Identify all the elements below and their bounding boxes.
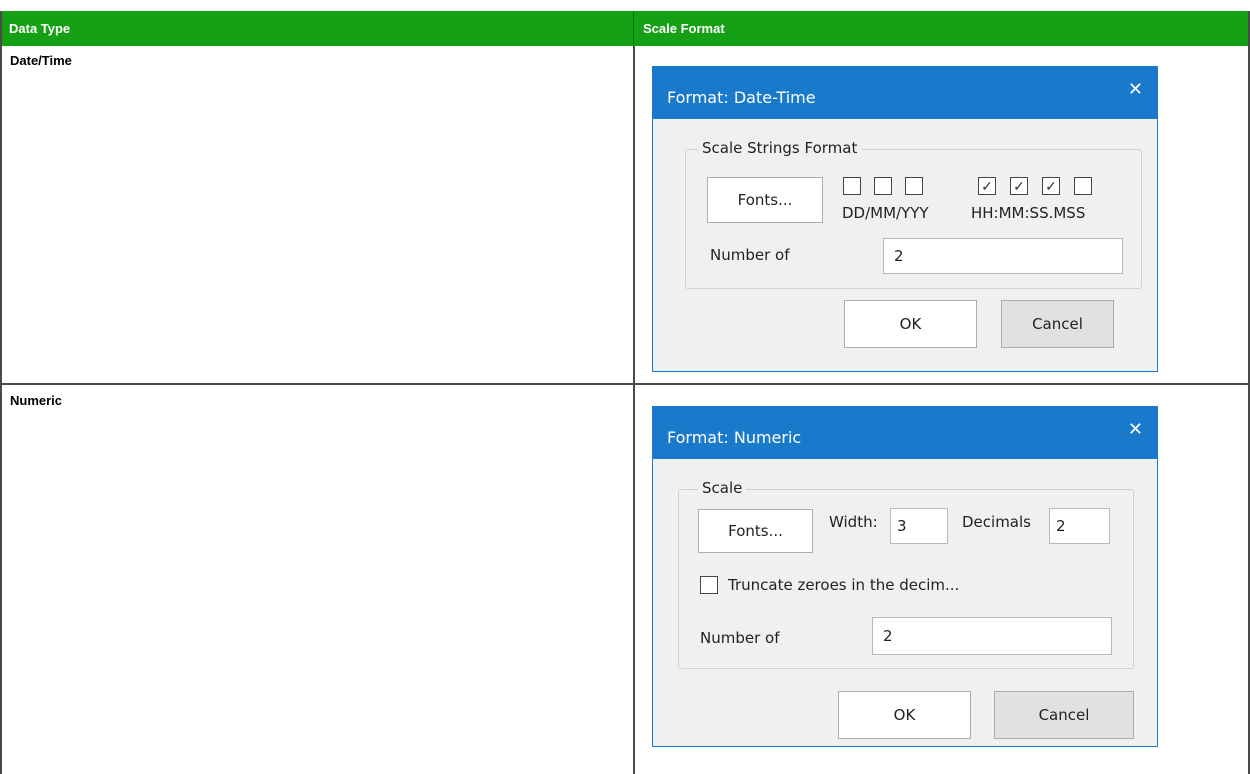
number-of-label: Number of bbox=[710, 246, 790, 264]
number-of-label: Number of bbox=[700, 629, 780, 647]
month-checkbox[interactable] bbox=[874, 177, 892, 195]
datetime-format-dialog: Format: Date-Time ✕ Scale Strings Format… bbox=[652, 66, 1158, 372]
width-input[interactable]: 3 bbox=[890, 508, 948, 544]
column-divider bbox=[633, 46, 635, 774]
dialog-titlebar: Format: Numeric ✕ bbox=[653, 407, 1157, 459]
year-checkbox[interactable] bbox=[905, 177, 923, 195]
width-label: Width: bbox=[829, 513, 878, 531]
close-icon[interactable]: ✕ bbox=[1128, 419, 1143, 440]
ok-button[interactable]: OK bbox=[844, 300, 977, 348]
number-of-input[interactable]: 2 bbox=[883, 238, 1123, 274]
millisecond-checkbox[interactable] bbox=[1074, 177, 1092, 195]
truncate-zeroes-label: Truncate zeroes in the decim... bbox=[728, 576, 960, 594]
date-format-label: DD/MM/YYY bbox=[842, 204, 929, 222]
minute-checkbox[interactable]: ✓ bbox=[1010, 177, 1028, 195]
decimals-label: Decimals bbox=[962, 513, 1031, 531]
row-divider bbox=[0, 383, 1250, 385]
group-caption: Scale bbox=[698, 479, 747, 497]
numeric-format-dialog: Format: Numeric ✕ Scale Fonts... Width: … bbox=[652, 406, 1158, 747]
number-of-input[interactable]: 2 bbox=[872, 617, 1112, 655]
dialog-titlebar: Format: Date-Time ✕ bbox=[653, 67, 1157, 119]
second-checkbox[interactable]: ✓ bbox=[1042, 177, 1060, 195]
ok-button[interactable]: OK bbox=[838, 691, 971, 739]
truncate-zeroes-checkbox[interactable] bbox=[700, 576, 718, 594]
row-label-numeric: Numeric bbox=[10, 393, 63, 408]
cancel-button[interactable]: Cancel bbox=[1001, 300, 1114, 348]
header-data-type: Data Type bbox=[0, 11, 634, 46]
row-label-datetime: Date/Time bbox=[10, 53, 72, 68]
fonts-button[interactable]: Fonts... bbox=[707, 177, 823, 223]
hour-checkbox[interactable]: ✓ bbox=[978, 177, 996, 195]
table-border-left bbox=[0, 11, 2, 774]
group-caption: Scale Strings Format bbox=[698, 139, 862, 157]
close-icon[interactable]: ✕ bbox=[1128, 79, 1143, 100]
cancel-button[interactable]: Cancel bbox=[994, 691, 1134, 739]
header-scale-format: Scale Format bbox=[634, 11, 1250, 46]
dialog-title: Format: Date-Time bbox=[667, 88, 816, 107]
dialog-title: Format: Numeric bbox=[667, 428, 802, 447]
decimals-input[interactable]: 2 bbox=[1049, 508, 1110, 544]
time-format-label: HH:MM:SS.MSS bbox=[971, 204, 1086, 222]
fonts-button[interactable]: Fonts... bbox=[698, 509, 813, 553]
day-checkbox[interactable] bbox=[843, 177, 861, 195]
